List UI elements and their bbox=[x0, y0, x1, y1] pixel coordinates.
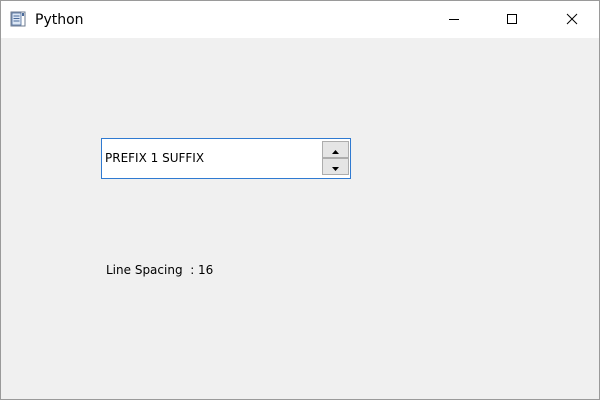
minimize-icon bbox=[448, 10, 460, 29]
spin-up-button[interactable] bbox=[322, 141, 349, 158]
application-window: Python PREFIX 1 SUFFIX Line Spacing: 16 bbox=[0, 0, 600, 400]
maximize-icon bbox=[506, 10, 518, 29]
spin-down-button[interactable] bbox=[322, 158, 349, 175]
client-area: PREFIX 1 SUFFIX Line Spacing : 16 bbox=[1, 38, 599, 399]
minimize-button[interactable] bbox=[431, 1, 477, 38]
close-icon bbox=[566, 10, 578, 29]
close-button[interactable] bbox=[549, 1, 595, 38]
title-bar[interactable]: Python bbox=[1, 1, 599, 38]
python-window-icon[interactable] bbox=[10, 11, 26, 27]
arrow-down-icon bbox=[331, 157, 340, 176]
line-spacing-label: Line Spacing : 16 bbox=[106, 263, 214, 277]
spin-box-value[interactable]: PREFIX 1 SUFFIX bbox=[105, 149, 204, 167]
maximize-button[interactable] bbox=[489, 1, 535, 38]
spin-box[interactable]: PREFIX 1 SUFFIX bbox=[101, 138, 351, 179]
window-title: Python bbox=[35, 12, 84, 28]
